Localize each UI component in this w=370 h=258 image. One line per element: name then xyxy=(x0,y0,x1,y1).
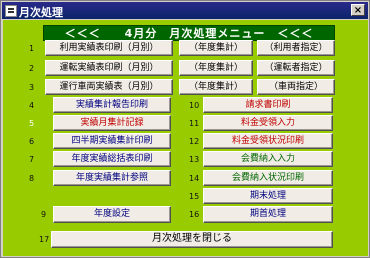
membership-fee-input-button[interactable]: 会費納入入力 xyxy=(203,151,333,167)
item-number: 2 xyxy=(29,64,35,73)
usage-report-yearly-button[interactable]: （年度集計） xyxy=(179,40,253,56)
item-number: 7 xyxy=(29,155,35,164)
item-number: 3 xyxy=(29,83,35,92)
period-start-button[interactable]: 期首処理 xyxy=(203,206,333,223)
menu-banner: ＜＜＜ 4月分 月次処理メニュー ＜＜＜ xyxy=(43,25,335,41)
close-monthly-processing-button[interactable]: 月次処理を閉じる xyxy=(51,231,333,248)
item-number: 4 xyxy=(29,101,35,110)
vehicle-report-by-vehicle-button[interactable]: （車両指定） xyxy=(257,79,335,95)
form-icon xyxy=(5,5,17,17)
title-bar: 月次処理 × xyxy=(2,2,368,19)
fee-receipt-input-button[interactable]: 料金受領入力 xyxy=(203,115,333,131)
driving-report-by-driver-button[interactable]: （運転者指定） xyxy=(257,60,335,76)
window: 月次処理 × ＜＜＜ 4月分 月次処理メニュー ＜＜＜ 1 利用実績表印刷（月別… xyxy=(0,0,370,258)
annual-overview-print-button[interactable]: 年度実績総括表印刷 xyxy=(53,151,171,167)
vehicle-report-monthly-button[interactable]: 運行車両実績表（月別） xyxy=(45,79,173,95)
item-number: 1 xyxy=(29,44,35,53)
item-number: 10 xyxy=(189,101,200,110)
usage-report-by-user-button[interactable]: （利用者指定） xyxy=(257,40,335,56)
usage-report-monthly-button[interactable]: 利用実績表印刷（月別） xyxy=(45,40,173,56)
fiscal-year-setting-button[interactable]: 年度設定 xyxy=(53,206,171,223)
item-number: 12 xyxy=(189,137,200,146)
item-number: 11 xyxy=(189,119,200,128)
fee-receipt-status-print-button[interactable]: 料金受領状況印刷 xyxy=(203,133,333,149)
item-number: 15 xyxy=(189,192,200,201)
item-number: 17 xyxy=(39,235,50,244)
quarterly-summary-print-button[interactable]: 四半期実績集計印刷 xyxy=(53,133,171,149)
item-number: 8 xyxy=(29,174,35,183)
item-number: 6 xyxy=(29,137,35,146)
item-number: 13 xyxy=(189,155,200,164)
menu-panel: ＜＜＜ 4月分 月次処理メニュー ＜＜＜ 1 利用実績表印刷（月別） （年度集計… xyxy=(3,20,368,256)
membership-fee-status-print-button[interactable]: 会費納入状況印刷 xyxy=(203,170,333,186)
item-number: 16 xyxy=(189,210,200,219)
period-end-button[interactable]: 期末処理 xyxy=(203,188,333,204)
vehicle-report-yearly-button[interactable]: （年度集計） xyxy=(179,79,253,95)
driving-report-monthly-button[interactable]: 運転実績表印刷（月別） xyxy=(45,60,173,76)
item-number: 5 xyxy=(29,119,35,128)
window-title: 月次処理 xyxy=(19,6,63,19)
item-number: 9 xyxy=(41,210,47,219)
item-number: 14 xyxy=(189,174,200,183)
invoice-print-button[interactable]: 請求書印刷 xyxy=(203,97,333,113)
performance-summary-print-button[interactable]: 実績集計報告印刷 xyxy=(53,97,171,113)
annual-summary-view-button[interactable]: 年度実績集計参照 xyxy=(53,170,171,186)
driving-report-yearly-button[interactable]: （年度集計） xyxy=(179,60,253,76)
monthly-record-button[interactable]: 実績月集計記録 xyxy=(53,115,171,131)
close-window-button[interactable]: × xyxy=(351,4,365,16)
